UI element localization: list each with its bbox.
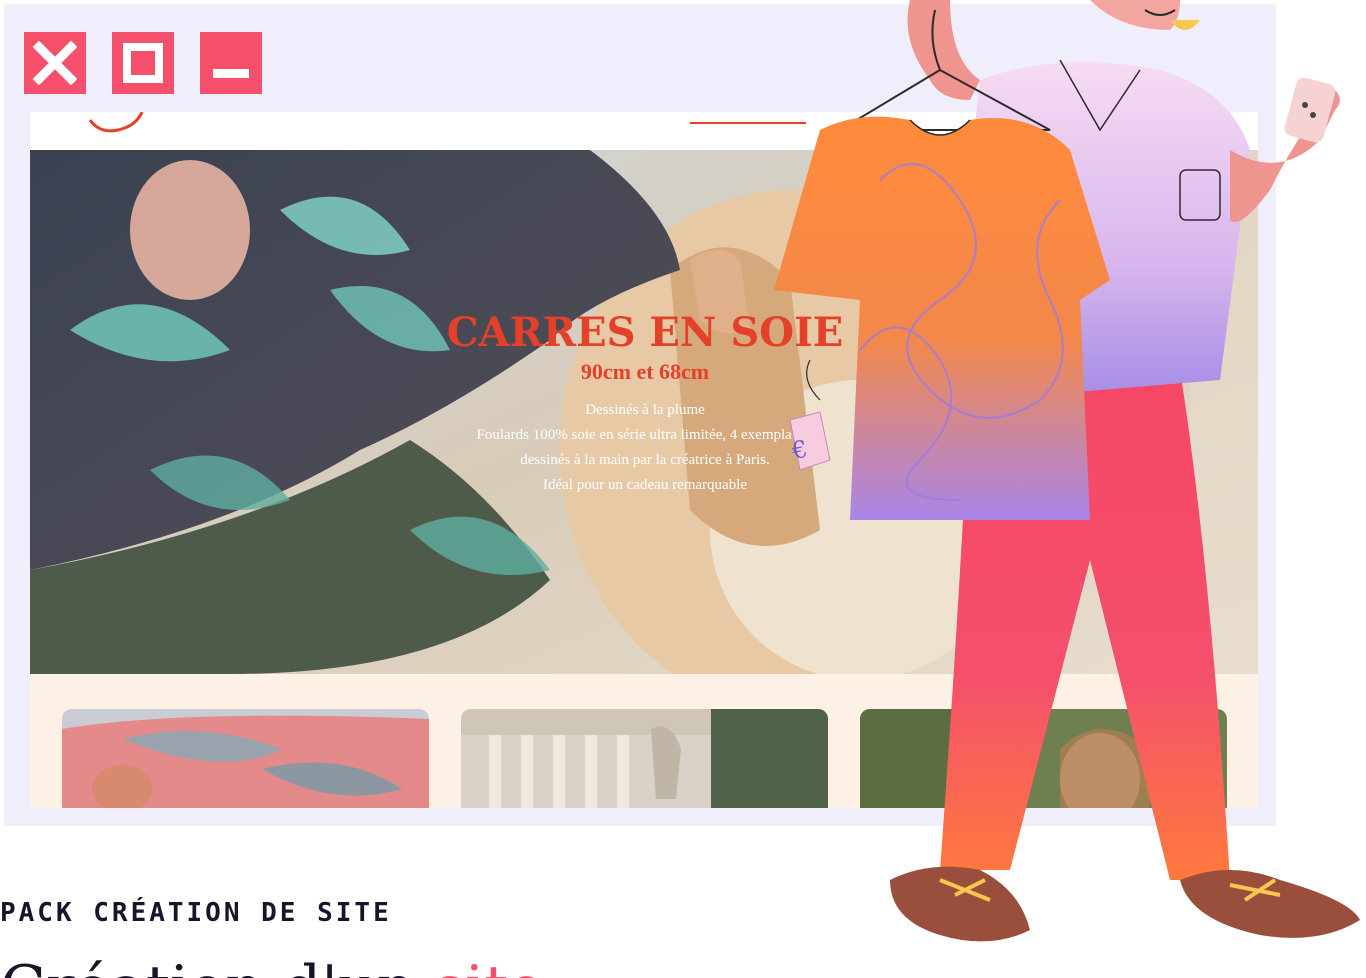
shopper-illustration (774, 0, 1360, 942)
brand-logo-icon (88, 112, 144, 133)
maximize-window-button[interactable] (112, 32, 174, 94)
product-card-scarf[interactable] (62, 709, 429, 808)
minimize-window-button[interactable] (200, 32, 262, 94)
section-title-accent: site (434, 958, 544, 978)
close-icon (33, 41, 77, 85)
section-title-start: Création d'un (0, 958, 434, 978)
section-title: Création d'un site (0, 958, 544, 978)
scarf-photo (62, 709, 429, 808)
close-window-button[interactable] (24, 32, 86, 94)
minimize-icon (213, 69, 249, 78)
maximize-icon (123, 43, 163, 83)
section-label: PACK CRÉATION DE SITE (0, 898, 392, 928)
